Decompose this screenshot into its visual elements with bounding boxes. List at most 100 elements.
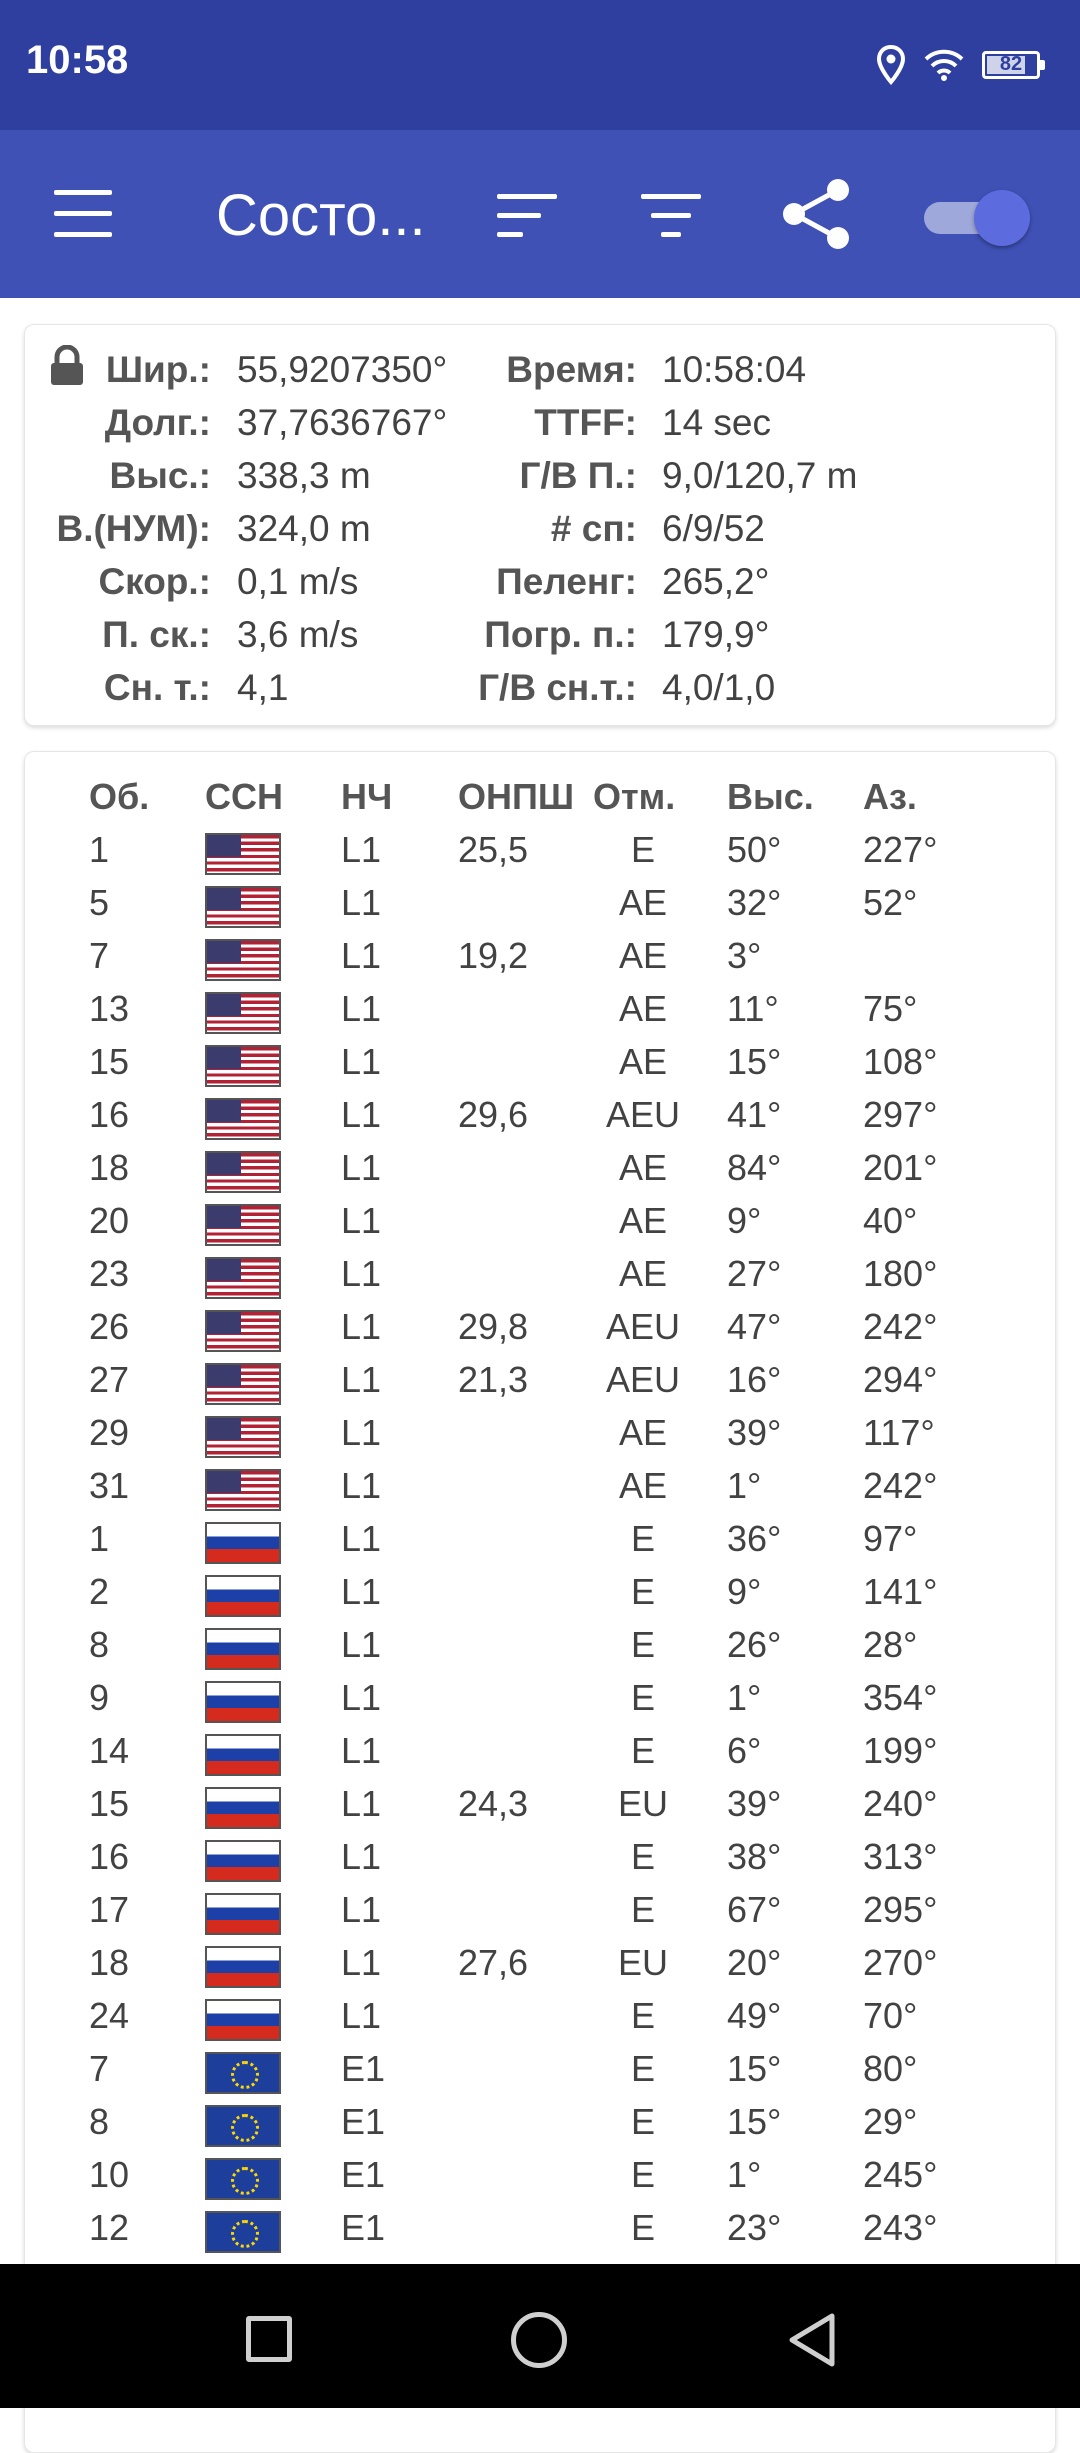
bearing-label: Пеленг: xyxy=(496,561,637,602)
flags-cell: E xyxy=(630,2154,655,2195)
usa-flag-icon xyxy=(205,939,281,981)
satellite-id: 15 xyxy=(89,1783,130,1824)
elevation-cell: 84° xyxy=(727,1147,782,1188)
russia-flag-icon xyxy=(205,1734,281,1776)
filter-icon[interactable] xyxy=(641,194,701,238)
satellite-id: 31 xyxy=(89,1465,130,1506)
azimuth-cell: 227° xyxy=(863,829,938,870)
navigation-bar xyxy=(0,2264,1080,2408)
azimuth-cell: 295° xyxy=(863,1889,938,1930)
frequency-cell: L1 xyxy=(341,1359,382,1400)
flags-cell: AE xyxy=(618,882,668,923)
table-row: 7 E1 E 15° 80° xyxy=(25,2048,1055,2101)
cn0-cell: 21,3 xyxy=(458,1359,529,1400)
elevation-cell: 9° xyxy=(727,1571,762,1612)
frequency-cell: L1 xyxy=(341,1677,382,1718)
satellite-id: 17 xyxy=(89,1889,130,1930)
satellite-id: 12 xyxy=(89,2207,130,2248)
satellite-id: 18 xyxy=(89,1147,130,1188)
eu-flag-icon xyxy=(205,2158,281,2200)
russia-flag-icon xyxy=(205,1893,281,1935)
table-row: 31 L1 AE 1° 242° xyxy=(25,1465,1055,1518)
sort-icon[interactable] xyxy=(497,194,557,238)
flags-cell: E xyxy=(630,1836,655,1877)
hv-accuracy-label: Г/В П.: xyxy=(519,455,637,496)
russia-flag-icon xyxy=(205,1575,281,1617)
satellite-id: 18 xyxy=(89,1942,130,1983)
eu-flag-icon xyxy=(205,2105,281,2147)
azimuth-cell: 40° xyxy=(863,1200,918,1241)
back-button[interactable] xyxy=(784,2310,840,2370)
elevation-cell: 9° xyxy=(727,1200,762,1241)
russia-flag-icon xyxy=(205,1628,281,1670)
satellite-id: 10 xyxy=(89,2154,130,2195)
info-row: Выс.: 338,3 m Г/В П.: 9,0/120,7 m xyxy=(25,455,1055,507)
bearing-value: 265,2° xyxy=(662,561,770,602)
home-button[interactable] xyxy=(511,2312,567,2368)
frequency-cell: L1 xyxy=(341,829,382,870)
toggle-switch[interactable] xyxy=(924,188,1030,246)
table-row: 12 E1 E 23° 243° xyxy=(25,2207,1055,2260)
flags-cell: AEU xyxy=(605,1359,681,1400)
usa-flag-icon xyxy=(205,1151,281,1193)
speed-value: 0,1 m/s xyxy=(237,561,359,602)
usa-flag-icon xyxy=(205,1098,281,1140)
frequency-cell: L1 xyxy=(341,1730,382,1771)
recents-button[interactable] xyxy=(246,2316,292,2362)
azimuth-cell: 199° xyxy=(863,1730,938,1771)
satellite-id: 9 xyxy=(89,1677,110,1718)
eu-flag-icon xyxy=(205,2052,281,2094)
azimuth-cell: 240° xyxy=(863,1783,938,1824)
status-time: 10:58 xyxy=(26,38,129,82)
usa-flag-icon xyxy=(205,992,281,1034)
table-row: 15 L1 AE 15° 108° xyxy=(25,1041,1055,1094)
table-row: 5 L1 AE 32° 52° xyxy=(25,882,1055,935)
frequency-cell: L1 xyxy=(341,1518,382,1559)
battery-icon: 82 xyxy=(982,51,1045,79)
usa-flag-icon xyxy=(205,833,281,875)
table-row: 23 L1 AE 27° 180° xyxy=(25,1253,1055,1306)
ttff-label: TTFF: xyxy=(534,402,637,443)
info-row: Долг.: 37,7636767° TTFF: 14 sec xyxy=(25,402,1055,454)
flags-cell: AEU xyxy=(605,1094,681,1135)
satellite-id: 16 xyxy=(89,1836,130,1877)
info-row: Сн. т.: 4,1 Г/В сн.т.: 4,0/1,0 xyxy=(25,667,1055,719)
dop-label: Сн. т.: xyxy=(103,667,211,708)
azimuth-cell: 80° xyxy=(863,2048,918,2089)
longitude-label: Долг.: xyxy=(104,402,211,443)
header-elevation: Выс. xyxy=(727,776,814,817)
menu-icon[interactable] xyxy=(54,190,112,237)
info-row: В.(НУМ): 324,0 m # сп: 6/9/52 xyxy=(25,508,1055,560)
usa-flag-icon xyxy=(205,1416,281,1458)
elevation-cell: 6° xyxy=(727,1730,762,1771)
satellite-id: 26 xyxy=(89,1306,130,1347)
table-row: 29 L1 AE 39° 117° xyxy=(25,1412,1055,1465)
russia-flag-icon xyxy=(205,1681,281,1723)
satellite-id: 13 xyxy=(89,988,130,1029)
table-row: 24 L1 E 49° 70° xyxy=(25,1995,1055,2048)
frequency-cell: L1 xyxy=(341,1465,382,1506)
flags-cell: E xyxy=(630,2207,655,2248)
header-frequency: НЧ xyxy=(341,776,393,817)
elevation-cell: 23° xyxy=(727,2207,782,2248)
status-icons: 82 xyxy=(876,40,1045,90)
flags-cell: E xyxy=(630,829,655,870)
elevation-cell: 50° xyxy=(727,829,782,870)
table-row: 18 L1 27,6 EU 20° 270° xyxy=(25,1942,1055,1995)
satellite-id: 23 xyxy=(89,1253,130,1294)
azimuth-cell: 297° xyxy=(863,1094,938,1135)
elevation-cell: 15° xyxy=(727,2101,782,2142)
elevation-cell: 1° xyxy=(727,1677,762,1718)
elevation-cell: 39° xyxy=(727,1412,782,1453)
share-icon[interactable] xyxy=(776,174,856,254)
usa-flag-icon xyxy=(205,1469,281,1511)
azimuth-cell: 75° xyxy=(863,988,918,1029)
cn0-cell: 27,6 xyxy=(458,1942,529,1983)
altitude-msl-value: 324,0 m xyxy=(237,508,371,549)
altitude-label: Выс.: xyxy=(109,455,212,496)
table-row: 27 L1 21,3 AEU 16° 294° xyxy=(25,1359,1055,1412)
satellites-label: # сп: xyxy=(550,508,637,549)
flags-cell: E xyxy=(630,2048,655,2089)
flags-cell: AE xyxy=(618,1147,668,1188)
flags-cell: AEU xyxy=(605,1306,681,1347)
